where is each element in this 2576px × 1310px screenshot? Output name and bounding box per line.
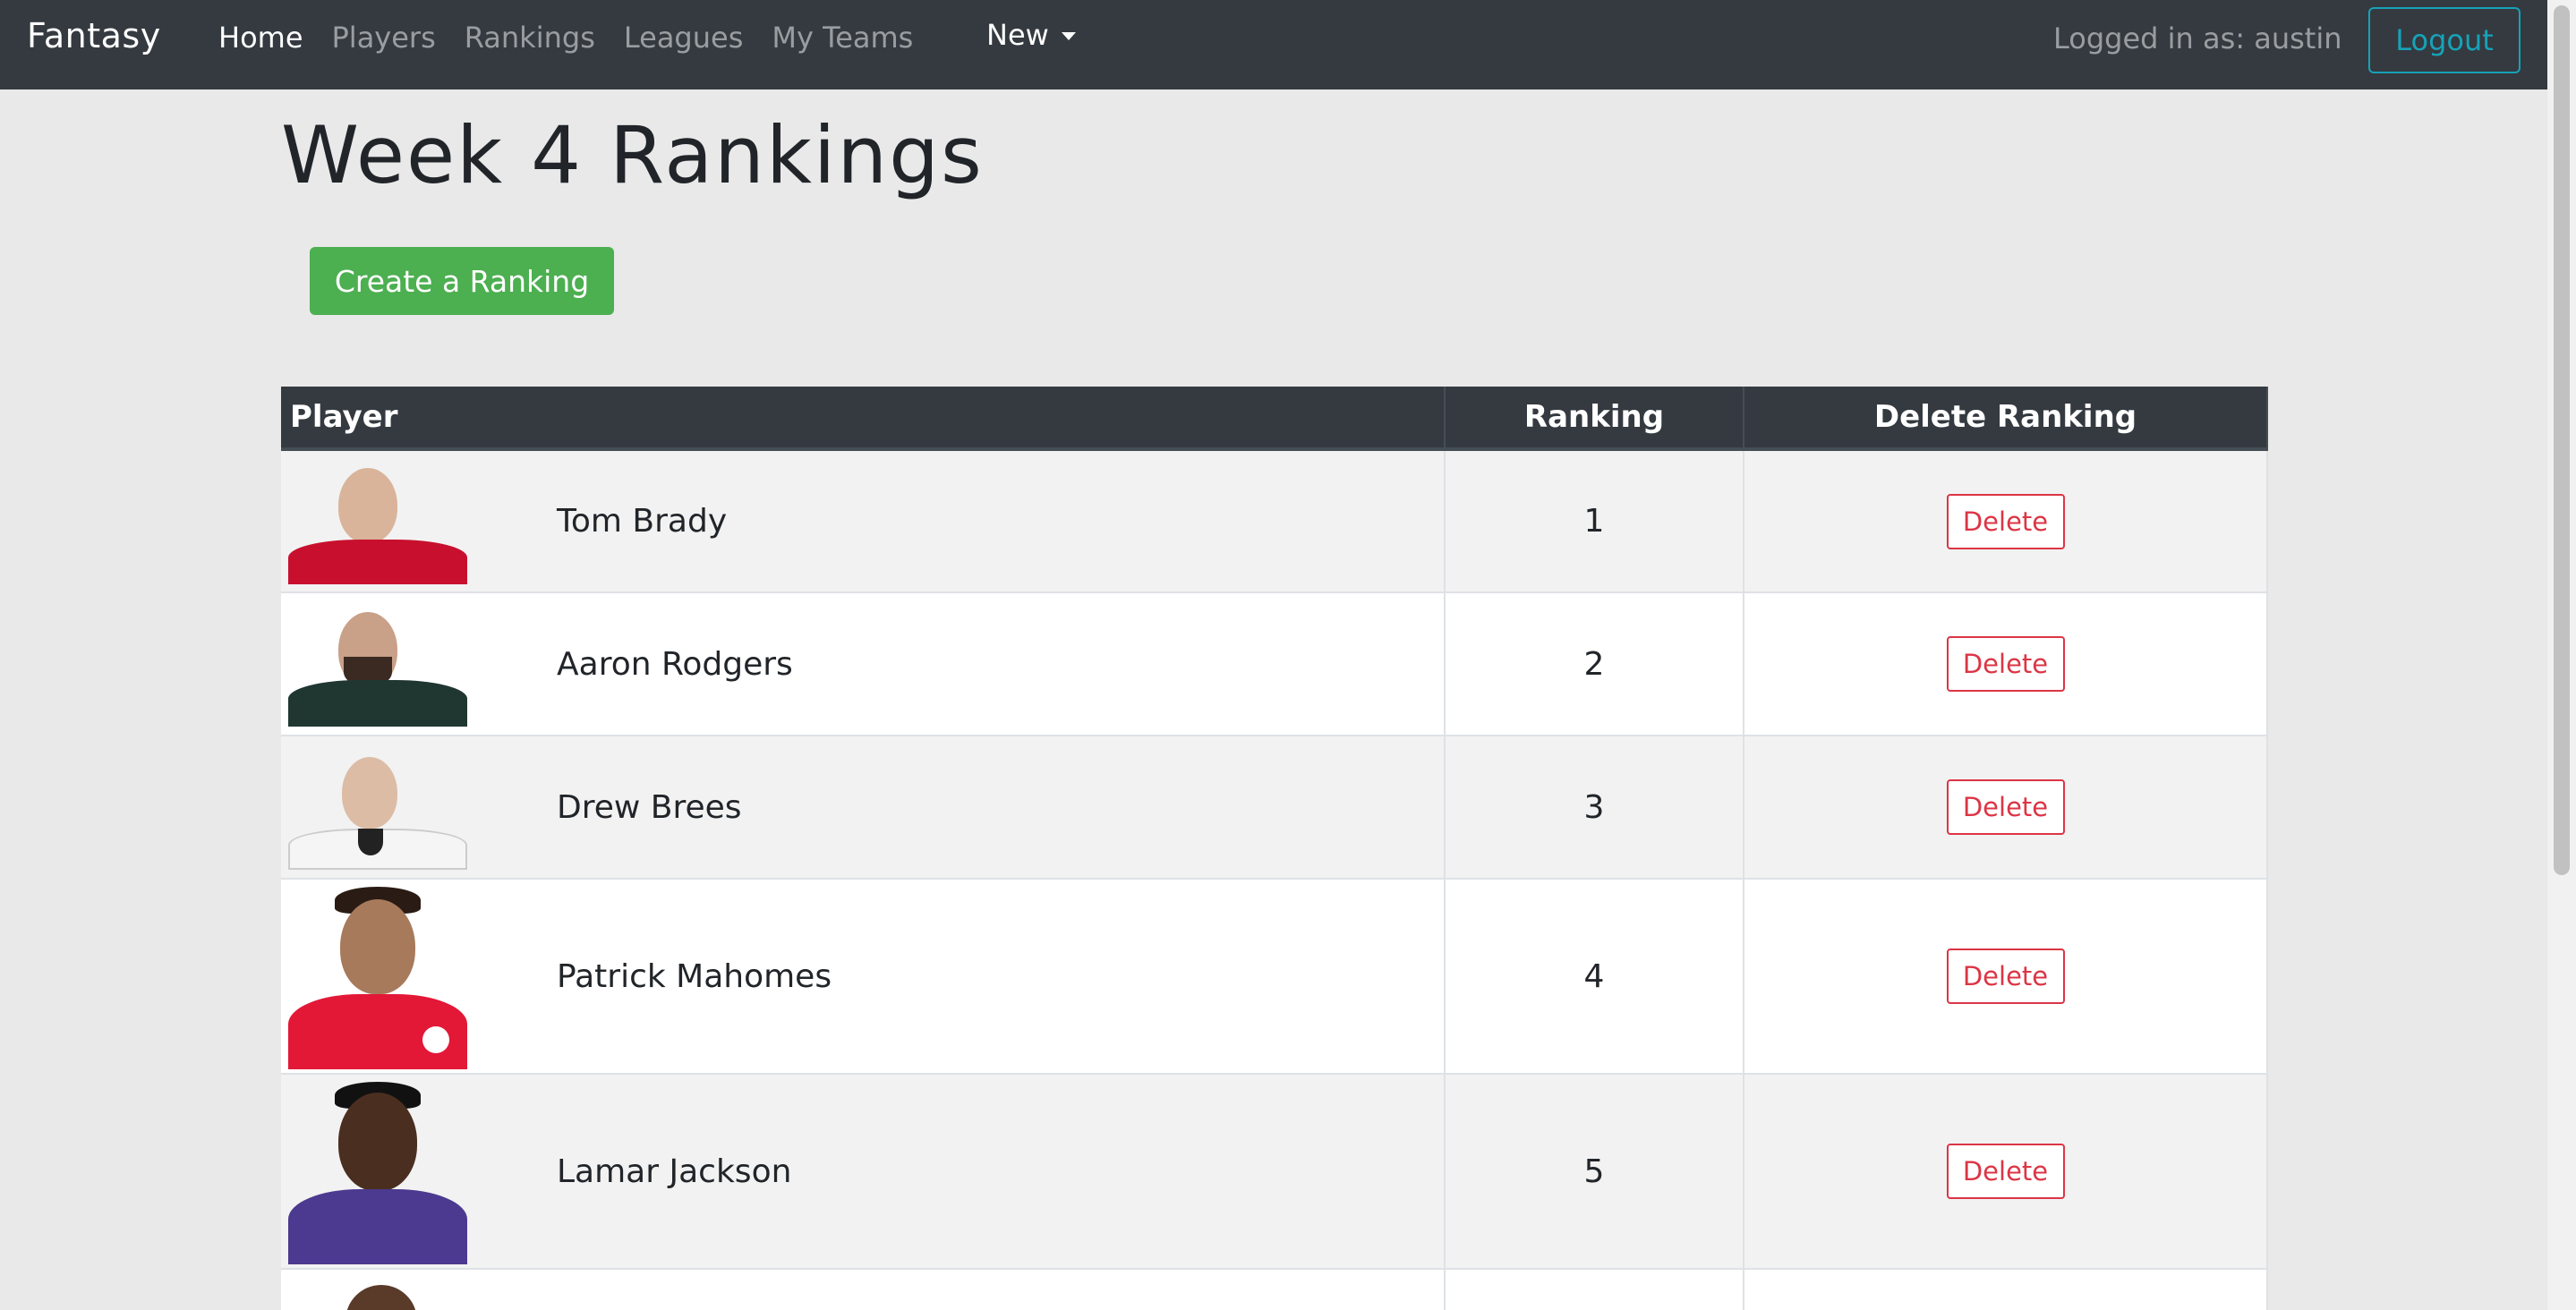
ranking-value: 2 <box>1445 591 1744 736</box>
player-headshot <box>288 1271 467 1310</box>
player-name: Tom Brady <box>557 503 728 540</box>
delete-button[interactable]: Delete <box>1946 493 2065 549</box>
delete-cell: Delete <box>1744 1073 2268 1269</box>
new-dropdown[interactable]: New <box>986 18 1076 52</box>
nav-link-home[interactable]: Home <box>218 21 303 55</box>
ranking-value: 4 <box>1445 878 1744 1074</box>
create-ranking-button[interactable]: Create a Ranking <box>310 247 614 315</box>
scrollbar-thumb[interactable] <box>2554 5 2570 875</box>
nav-links: Home Players Rankings Leagues My Teams <box>218 21 942 55</box>
caret-down-icon <box>1061 31 1076 40</box>
header-ranking: Ranking <box>1445 387 1744 451</box>
player-name: Aaron Rodgers <box>557 645 793 683</box>
header-player: Player <box>281 387 1446 451</box>
logged-in-text: Logged in as: austin <box>2053 21 2342 55</box>
page-title: Week 4 Rankings <box>281 109 984 201</box>
delete-button[interactable]: Delete <box>1946 1144 2065 1199</box>
ranking-value <box>1445 1268 1744 1310</box>
delete-cell: Delete <box>1744 591 2268 736</box>
table-row <box>281 1268 2268 1310</box>
nav-link-players[interactable]: Players <box>332 21 436 55</box>
table-header-row: Player Ranking Delete Ranking <box>281 387 2268 451</box>
new-dropdown-label: New <box>986 18 1049 52</box>
player-name: Lamar Jackson <box>557 1153 792 1190</box>
delete-cell: Delete <box>1744 735 2268 879</box>
delete-button[interactable]: Delete <box>1946 779 2065 835</box>
brand-logo[interactable]: Fantasy <box>27 16 161 55</box>
player-cell: Patrick Mahomes <box>281 878 1446 1074</box>
delete-button[interactable]: Delete <box>1946 636 2065 692</box>
nav-link-my-teams[interactable]: My Teams <box>772 21 913 55</box>
top-navbar: Fantasy Home Players Rankings Leagues My… <box>0 0 2547 89</box>
player-headshot <box>288 1078 467 1264</box>
header-delete-ranking: Delete Ranking <box>1744 387 2268 451</box>
table-row: Lamar Jackson 5 Delete <box>281 1073 2268 1269</box>
vertical-scrollbar[interactable] <box>2547 0 2576 1310</box>
logout-button[interactable]: Logout <box>2368 7 2521 73</box>
player-cell: Aaron Rodgers <box>281 591 1446 736</box>
player-cell: Lamar Jackson <box>281 1073 1446 1269</box>
nav-link-rankings[interactable]: Rankings <box>465 21 595 55</box>
player-headshot <box>288 459 467 584</box>
rankings-table: Player Ranking Delete Ranking Tom Brady … <box>281 387 2268 1310</box>
table-row: Patrick Mahomes 4 Delete <box>281 878 2268 1074</box>
player-cell <box>281 1268 1446 1310</box>
player-headshot <box>288 601 467 727</box>
delete-cell: Delete <box>1744 878 2268 1074</box>
nav-link-leagues[interactable]: Leagues <box>624 21 744 55</box>
delete-cell: Delete <box>1744 448 2268 592</box>
ranking-value: 3 <box>1445 735 1744 879</box>
player-name: Patrick Mahomes <box>557 957 832 995</box>
ranking-value: 5 <box>1445 1073 1744 1269</box>
player-headshot <box>288 883 467 1069</box>
table-row: Aaron Rodgers 2 Delete <box>281 591 2268 736</box>
table-row: Drew Brees 3 Delete <box>281 735 2268 879</box>
ranking-value: 1 <box>1445 448 1744 592</box>
player-cell: Drew Brees <box>281 735 1446 879</box>
player-name: Drew Brees <box>557 788 742 826</box>
delete-cell <box>1744 1268 2268 1310</box>
delete-button[interactable]: Delete <box>1946 948 2065 1004</box>
player-headshot <box>288 744 467 870</box>
table-row: Tom Brady 1 Delete <box>281 448 2268 592</box>
player-cell: Tom Brady <box>281 448 1446 592</box>
